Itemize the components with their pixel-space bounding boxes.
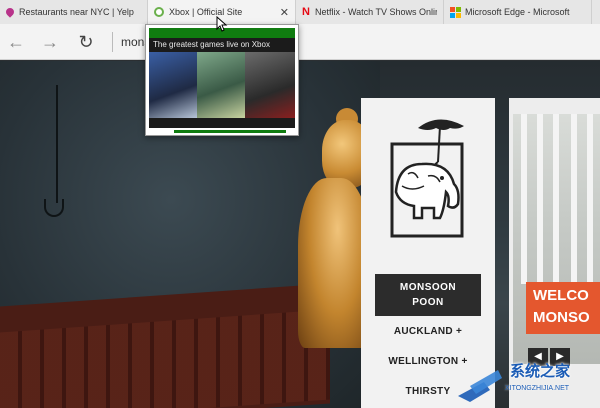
button-line-1: MONSOON: [399, 282, 457, 293]
buddha-statue-body: [298, 178, 370, 348]
close-tab-icon[interactable]: ✕: [280, 6, 289, 19]
tab-yelp[interactable]: Restaurants near NYC | Yelp: [0, 0, 148, 24]
refresh-button[interactable]: ↻: [76, 32, 96, 52]
menu-link-auckland[interactable]: AUCKLAND +: [361, 326, 495, 337]
game-cover-adventure: [197, 52, 245, 118]
tab-netflix[interactable]: N Netflix - Watch TV Shows Online: [296, 0, 444, 24]
tab-title: Microsoft Edge - Microsoft: [465, 7, 570, 17]
navigation-bar: ← → ↻ mons: [0, 24, 600, 60]
welcome-line-2: MONSO: [533, 309, 590, 326]
preview-headline: The greatest games live on Xbox: [153, 40, 270, 49]
back-button[interactable]: ←: [6, 32, 26, 52]
xbox-icon: [154, 7, 164, 17]
watermark-url: XITONGZHIJIA.NET: [505, 385, 570, 392]
xbox-page-preview: The greatest games live on Xbox: [149, 28, 295, 128]
monsoon-poon-button[interactable]: MONSOON POON: [375, 274, 481, 316]
button-line-2: POON: [412, 297, 444, 308]
game-cover-tomb-raider: [245, 52, 295, 118]
tab-microsoft-edge[interactable]: Microsoft Edge - Microsoft: [444, 0, 592, 24]
welcome-banner: WELCO MONSO: [526, 282, 600, 334]
tab-preview-thumbnail[interactable]: The greatest games live on Xbox: [145, 24, 299, 136]
shutter-slat: [571, 114, 577, 284]
shutter-slat: [553, 114, 559, 284]
game-cover-racing: [149, 52, 197, 118]
forward-button[interactable]: →: [40, 32, 60, 52]
elephant-umbrella-logo: [390, 119, 464, 238]
map-pin-icon: [4, 6, 16, 18]
mouse-cursor-icon: [216, 16, 228, 32]
shutter-slat: [521, 114, 527, 284]
tab-title: Restaurants near NYC | Yelp: [19, 7, 134, 17]
watermark-text: 系统之家: [510, 363, 571, 380]
hanging-wire: [56, 85, 58, 203]
welcome-line-1: WELCO: [533, 287, 589, 304]
shutter-slat: [587, 114, 593, 284]
tab-bar: Restaurants near NYC | Yelp Xbox | Offic…: [0, 0, 600, 24]
netflix-icon: N: [302, 6, 310, 18]
shutter-slat: [537, 114, 543, 284]
preview-progress-bar: [174, 130, 286, 133]
microsoft-icon: [450, 7, 461, 18]
tab-title: Netflix - Watch TV Shows Online: [315, 7, 437, 17]
